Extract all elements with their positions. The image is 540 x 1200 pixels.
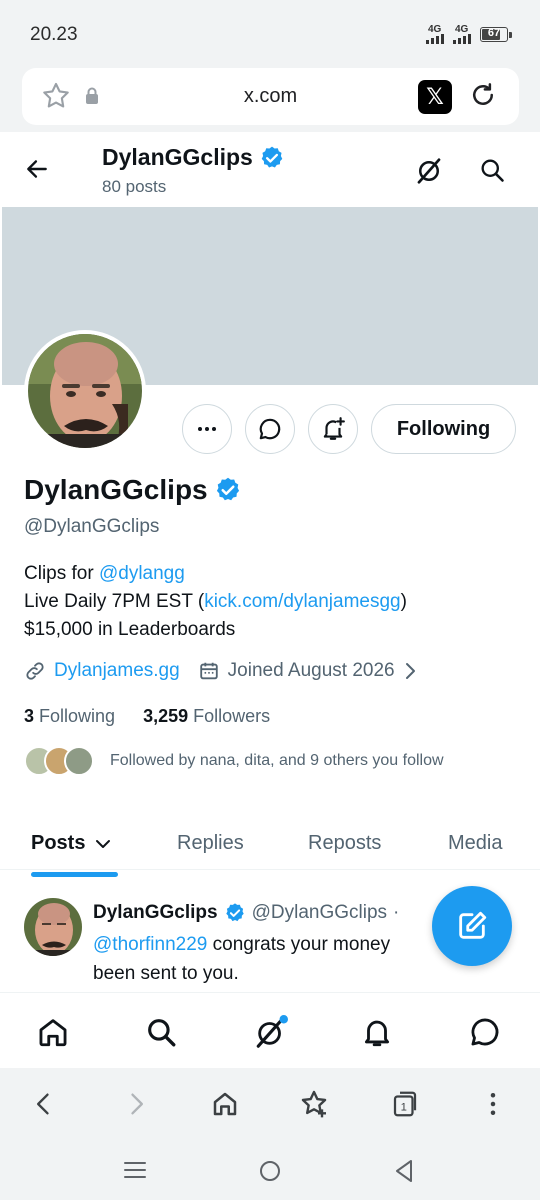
- home-icon[interactable]: [36, 1015, 70, 1054]
- verified-badge-icon: [261, 146, 283, 168]
- notifications-bell-icon[interactable]: [360, 1015, 394, 1054]
- grok-icon[interactable]: [414, 156, 444, 191]
- message-button[interactable]: [245, 404, 295, 454]
- x-logo-icon[interactable]: 𝕏: [418, 80, 452, 114]
- website-item[interactable]: Dylanjames.gg: [24, 660, 180, 682]
- tab-count: 1: [401, 1101, 407, 1113]
- followers-count[interactable]: 3,259 Followers: [143, 706, 270, 727]
- tweet-separator: ·: [393, 902, 400, 923]
- profile-bio: Clips for @dylangg Live Daily 7PM EST (k…: [24, 563, 407, 640]
- tab-replies[interactable]: Replies: [177, 832, 244, 855]
- tweet-mention[interactable]: @thorfinn229: [93, 934, 207, 955]
- browser-home-icon[interactable]: [210, 1088, 240, 1125]
- tab-reposts[interactable]: Reposts: [308, 832, 381, 855]
- messages-icon[interactable]: [468, 1015, 502, 1054]
- browser-menu-icon[interactable]: [478, 1088, 508, 1125]
- notify-button[interactable]: [308, 404, 358, 454]
- website-link[interactable]: Dylanjames.gg: [54, 660, 180, 682]
- tweet-text: @thorfinn229 congrats your money been se…: [93, 934, 391, 984]
- profile-avatar[interactable]: [24, 330, 146, 452]
- profile-meta: Dylanjames.gg Joined August 2026: [24, 660, 437, 682]
- followed-by-text: Followed by nana, dita, and 9 others you…: [110, 752, 444, 769]
- search-icon[interactable]: [478, 156, 506, 189]
- system-navigation: [0, 1140, 540, 1200]
- compose-icon: [459, 911, 487, 939]
- explore-search-icon[interactable]: [144, 1015, 178, 1054]
- more-dots-icon: [198, 427, 216, 431]
- chevron-down-icon: [96, 839, 111, 848]
- browser-back-icon[interactable]: [30, 1088, 58, 1125]
- clock: 20.23: [30, 24, 78, 45]
- joined-date: Joined August 2026: [227, 660, 395, 681]
- chevron-right-icon: [405, 663, 415, 679]
- profile-display-name: DylanGGclips: [24, 474, 242, 506]
- tab-posts[interactable]: Posts: [31, 832, 113, 855]
- bio-kick-link[interactable]: kick.com/dylanjamesgg: [204, 591, 400, 612]
- grok-nav-icon[interactable]: [252, 1015, 290, 1054]
- tab-media[interactable]: Media: [448, 832, 502, 855]
- chat-bubble-icon: [259, 418, 281, 440]
- reload-icon[interactable]: [468, 80, 498, 115]
- profile-handle: @DylanGGclips: [24, 516, 160, 537]
- tweet-author-name[interactable]: DylanGGclips: [93, 902, 218, 924]
- header-display-name: DylanGGclips: [102, 144, 285, 171]
- tabs-switcher-icon[interactable]: 1: [390, 1088, 420, 1125]
- browser-toolbar: 1: [0, 1068, 540, 1140]
- verified-badge-icon: [225, 903, 244, 922]
- bookmarks-icon[interactable]: [298, 1088, 330, 1125]
- follow-counts: 3 Following 3,259 Followers: [24, 706, 270, 727]
- status-bar: 20.23 4G 4G 67: [0, 0, 540, 66]
- profile-page: DylanGGclips 80 posts Following DylanGGc…: [0, 132, 540, 1068]
- verified-badge-icon: [216, 477, 239, 501]
- bottom-navigation: [0, 992, 540, 1068]
- browser-forward-icon[interactable]: [122, 1088, 150, 1125]
- link-icon: [26, 662, 44, 680]
- followed-by[interactable]: Followed by nana, dita, and 9 others you…: [24, 746, 444, 776]
- profile-header-bar: DylanGGclips 80 posts: [0, 132, 540, 207]
- recent-apps-icon[interactable]: [122, 1158, 148, 1187]
- signal-icon-2: [453, 34, 471, 44]
- signal-icon: [426, 34, 444, 44]
- following-button[interactable]: Following: [371, 404, 516, 454]
- battery-level: 67: [487, 27, 501, 39]
- posts-count: 80 posts: [102, 177, 167, 196]
- tweet-header: DylanGGclips @DylanGGclips ·: [93, 902, 399, 924]
- tweet-avatar[interactable]: [24, 898, 82, 956]
- joined-item[interactable]: Joined August 2026: [198, 660, 419, 682]
- bell-plus-icon: [323, 417, 345, 440]
- address-bar[interactable]: x.com 𝕏: [22, 68, 519, 125]
- following-count[interactable]: 3 Following: [24, 706, 115, 727]
- back-arrow-icon[interactable]: [24, 156, 50, 187]
- more-options-button[interactable]: [182, 404, 232, 454]
- system-back-icon[interactable]: [392, 1158, 416, 1189]
- active-tab-indicator: [31, 872, 118, 877]
- system-home-icon[interactable]: [257, 1158, 283, 1189]
- tweet-author-handle: @DylanGGclips: [251, 902, 388, 923]
- follower-avatar-3: [64, 746, 94, 776]
- battery-icon: 67: [480, 27, 512, 42]
- profile-tabs: Posts Replies Reposts Media: [0, 812, 540, 870]
- compose-post-button[interactable]: [432, 886, 512, 966]
- calendar-icon: [199, 662, 218, 680]
- bio-mention-link[interactable]: @dylangg: [99, 563, 185, 584]
